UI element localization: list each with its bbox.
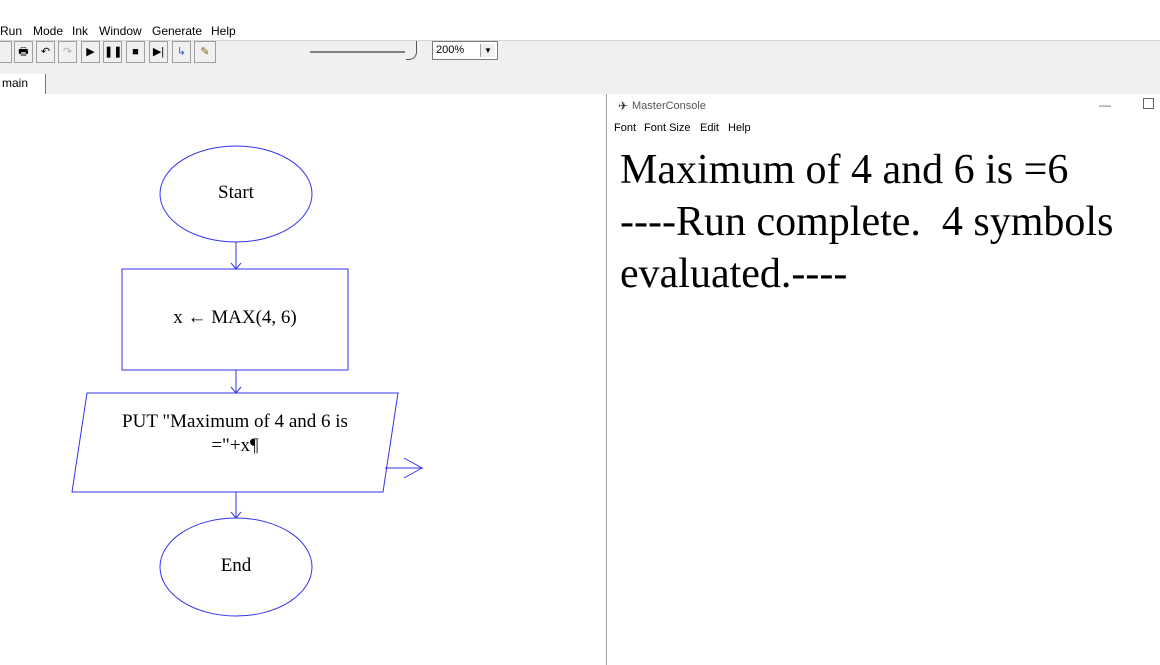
zoom-value: 200% [436,44,465,56]
print-icon[interactable]: 🖶 [14,41,33,63]
flowchart-svg [71,145,424,617]
menu-bar: Run Mode Ink Window Generate Help [0,22,1160,41]
app-logo-icon: ✈ [618,99,629,113]
menu-run[interactable]: Run [0,24,22,38]
console-menu-font-size[interactable]: Font Size [644,122,690,134]
zoom-slider-track[interactable] [310,51,405,53]
menu-ink[interactable]: Ink [72,24,88,38]
assignment-label: x ← MAX(4, 6) [173,307,297,328]
console-title: MasterConsole [632,100,706,112]
minimize-icon[interactable]: — [1099,98,1111,112]
output-arrow-top [385,457,424,469]
menu-generate[interactable]: Generate [152,24,202,38]
console-title-bar: ✈ MasterConsole — [607,94,1160,120]
step-into-icon[interactable]: ↳ [172,41,191,63]
console-output-text: Maximum of 4 and 6 is =6 ----Run complet… [620,147,1114,297]
zoom-select[interactable]: 200% ▼ [432,41,498,60]
flowchart-canvas[interactable]: Start x ← MAX(4, 6) PUT "Maximum of 4 an… [0,94,606,665]
pause-icon[interactable]: ❚❚ [103,41,122,63]
menu-help[interactable]: Help [211,24,236,38]
console-menu-font[interactable]: Font [614,122,636,134]
undo-icon[interactable]: ↶ [36,41,55,63]
start-label: Start [218,182,254,203]
redo-icon[interactable]: ↷ [58,41,77,63]
ink-pen-icon[interactable]: ✎ [194,41,216,63]
console-menu-edit[interactable]: Edit [700,122,719,134]
output-label-line1: PUT "Maximum of 4 and 6 is [122,411,348,432]
tb-edge-button[interactable] [0,41,12,63]
title-bar-area [0,0,1160,22]
maximize-icon[interactable] [1143,98,1154,109]
step-icon[interactable]: ▶| [149,41,168,63]
end-label: End [220,555,252,576]
master-console-window: ✈ MasterConsole — Font Font Size Edit He… [606,94,1160,665]
output-label-line2: ="+x¶ [211,435,259,456]
menu-window[interactable]: Window [99,24,142,38]
menu-mode[interactable]: Mode [33,24,63,38]
tab-main[interactable]: main [0,74,46,94]
play-icon[interactable]: ▶ [81,41,100,63]
tab-row: main [0,74,1160,94]
zoom-slider-thumb[interactable] [406,41,417,60]
toolbar: 🖶 ↶ ↷ ▶ ❚❚ ■ ▶| ↳ ✎ 200% ▼ [0,41,1160,74]
console-menu-help[interactable]: Help [728,122,751,134]
output-arrow-bottom [403,467,423,479]
chevron-down-icon[interactable]: ▼ [480,44,495,57]
console-menu-bar: Font Font Size Edit Help [607,120,1160,136]
stop-icon[interactable]: ■ [126,41,145,63]
